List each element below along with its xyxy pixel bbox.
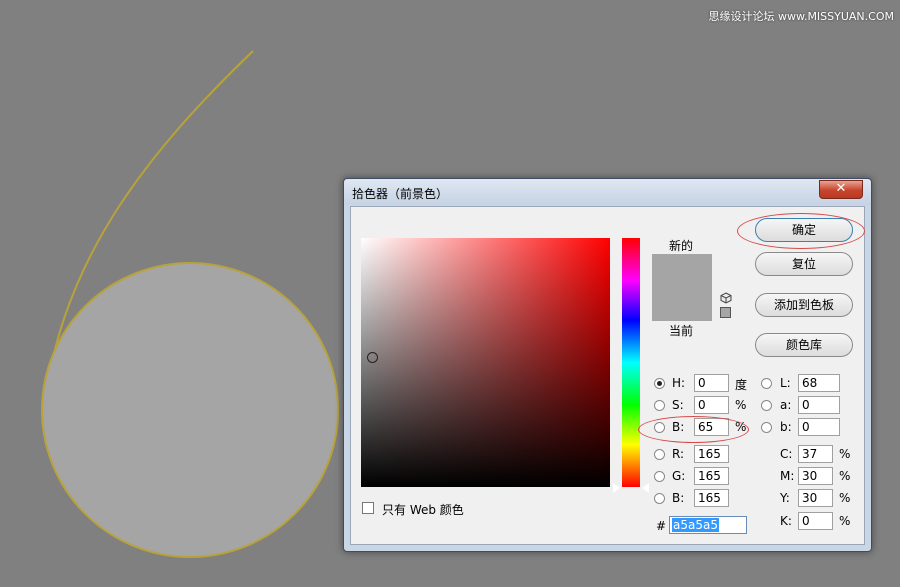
gray-circle — [41, 262, 339, 558]
new-color-label: 新的 — [669, 239, 694, 253]
magenta-unit: % — [839, 469, 851, 483]
black-field[interactable]: 0 — [798, 512, 833, 530]
green-radio[interactable] — [654, 471, 665, 482]
lab-l-radio[interactable] — [761, 378, 772, 389]
yellow-label: Y: — [780, 491, 790, 505]
lab-a-label: a: — [780, 398, 792, 412]
current-color-label: 当前 — [669, 324, 694, 338]
out-of-gamut-cube-icon[interactable] — [720, 292, 732, 304]
green-field[interactable]: 165 — [694, 467, 729, 485]
cyan-unit: % — [839, 447, 851, 461]
lab-l-field[interactable]: 68 — [798, 374, 840, 392]
ok-button-highlight — [737, 213, 865, 249]
new-color-swatch — [652, 254, 712, 289]
reset-button[interactable]: 复位 — [755, 252, 853, 276]
red-field[interactable]: 165 — [694, 445, 729, 463]
yellow-field[interactable]: 30 — [798, 489, 833, 507]
lab-a-radio[interactable] — [761, 400, 772, 411]
hue-slider-arrow-left[interactable] — [613, 483, 620, 493]
red-label: R: — [672, 447, 685, 461]
brightness-highlight — [638, 416, 749, 443]
blue-field[interactable]: 165 — [694, 489, 729, 507]
add-to-swatches-button[interactable]: 添加到色板 — [755, 293, 853, 317]
blue-label: B: — [672, 491, 685, 505]
web-only-checkbox[interactable] — [362, 502, 374, 514]
blue-radio[interactable] — [654, 493, 665, 504]
hex-field[interactable]: a5a5a5 — [669, 516, 747, 534]
lab-b-radio[interactable] — [761, 422, 772, 433]
saturation-radio[interactable] — [654, 400, 665, 411]
saturation-brightness-field[interactable] — [361, 238, 610, 487]
hue-slider[interactable] — [622, 238, 640, 487]
color-picker-dialog: 拾色器（前景色） ✕ 新的 当前 确定 复位 添加到色板 颜色库 H: 0 度 … — [343, 178, 872, 552]
hue-unit: 度 — [735, 378, 748, 392]
hue-label: H: — [672, 376, 686, 390]
yellow-unit: % — [839, 491, 851, 505]
web-safe-swatch-icon[interactable] — [720, 307, 731, 318]
color-picker-marker[interactable] — [367, 352, 378, 363]
current-color-swatch[interactable] — [652, 289, 712, 321]
web-only-label: 只有 Web 颜色 — [382, 503, 464, 517]
red-radio[interactable] — [654, 449, 665, 460]
lab-a-field[interactable]: 0 — [798, 396, 840, 414]
saturation-label: S: — [672, 398, 684, 412]
lab-b-label: b: — [780, 420, 792, 434]
saturation-unit: % — [735, 398, 747, 412]
close-icon: ✕ — [835, 181, 847, 196]
dialog-title: 拾色器（前景色） — [352, 187, 449, 201]
hue-slider-arrow-right[interactable] — [642, 483, 649, 493]
dialog-titlebar[interactable]: 拾色器（前景色） ✕ — [344, 179, 871, 205]
color-libraries-button[interactable]: 颜色库 — [755, 333, 853, 357]
magenta-label: M: — [780, 469, 795, 483]
hex-label: # — [656, 519, 667, 533]
green-label: G: — [672, 469, 686, 483]
dialog-body: 新的 当前 确定 复位 添加到色板 颜色库 H: 0 度 S: 0 % B: 6… — [350, 206, 865, 545]
hue-field[interactable]: 0 — [694, 374, 729, 392]
hue-radio[interactable] — [654, 378, 665, 389]
hex-value: a5a5a5 — [672, 518, 719, 532]
black-label: K: — [780, 514, 792, 528]
cyan-field[interactable]: 37 — [798, 445, 833, 463]
magenta-field[interactable]: 30 — [798, 467, 833, 485]
lab-l-label: L: — [780, 376, 791, 390]
saturation-field[interactable]: 0 — [694, 396, 729, 414]
lab-b-field[interactable]: 0 — [798, 418, 840, 436]
close-button[interactable]: ✕ — [819, 180, 863, 199]
cyan-label: C: — [780, 447, 793, 461]
black-unit: % — [839, 514, 851, 528]
